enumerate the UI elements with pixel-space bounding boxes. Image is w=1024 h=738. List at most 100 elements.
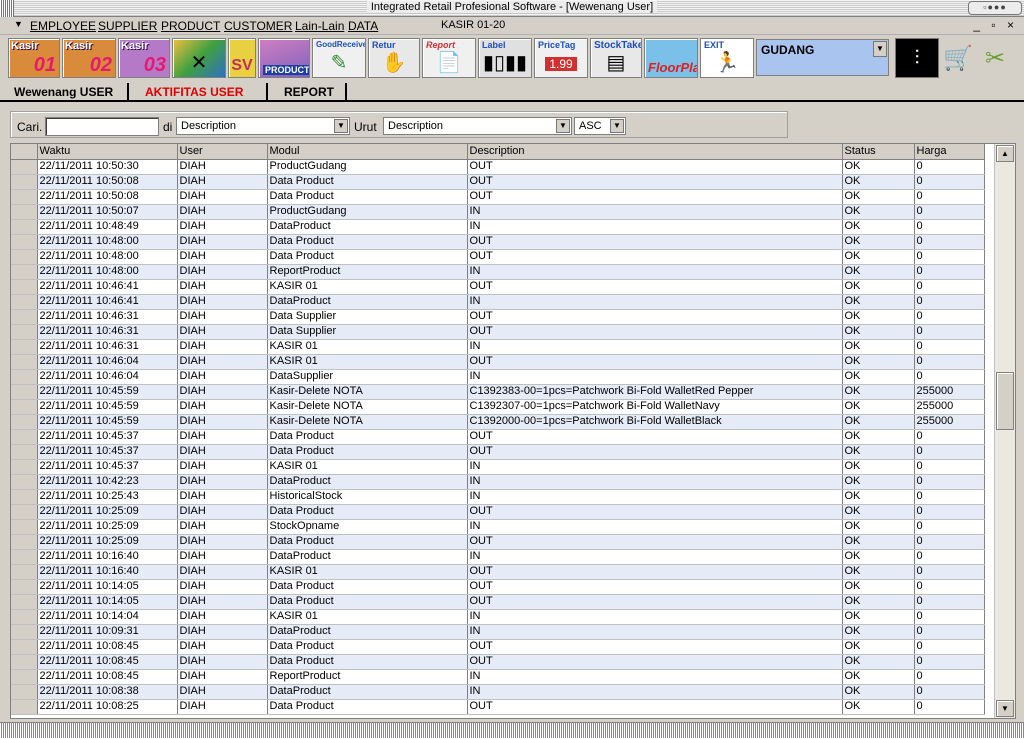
pricetag-button[interactable]: PriceTag 1.99 xyxy=(534,38,588,78)
table-row[interactable]: 22/11/2011 10:46:04 DIAH DataSupplier IN OK 0 xyxy=(11,369,985,385)
row-indicator[interactable] xyxy=(11,384,38,400)
row-indicator[interactable] xyxy=(11,354,38,370)
title-controls[interactable]: ▫●●● xyxy=(968,1,1022,15)
col-status[interactable]: Status xyxy=(842,144,915,160)
row-indicator[interactable] xyxy=(11,339,38,355)
menu-employee[interactable]: EMPLOYEE xyxy=(30,19,96,33)
mdi-window-controls[interactable]: _ ▫ × xyxy=(973,18,1018,32)
row-indicator[interactable] xyxy=(11,459,38,475)
row-indicator[interactable] xyxy=(11,534,38,550)
table-row[interactable]: 22/11/2011 10:45:37 DIAH Data Product OUT OK… xyxy=(11,429,985,445)
scroll-thumb[interactable] xyxy=(996,372,1014,430)
search-field-select[interactable]: Description ▼ xyxy=(176,117,350,135)
table-row[interactable]: 22/11/2011 10:46:41 DIAH DataProduct IN OK 0 xyxy=(11,294,985,310)
zx-report-button[interactable]: ✕ xyxy=(172,38,226,78)
table-row[interactable]: 22/11/2011 10:46:31 DIAH KASIR 01 IN OK 0 xyxy=(11,339,985,355)
stocktake-button[interactable]: StockTake ▤ xyxy=(590,38,642,78)
report-button[interactable]: Report 📄 xyxy=(422,38,476,78)
table-row[interactable]: 22/11/2011 10:50:07 DIAH ProductGudang IN OK… xyxy=(11,204,985,220)
row-indicator[interactable] xyxy=(11,594,38,610)
title-bar[interactable]: Integrated Retail Profesional Software -… xyxy=(0,0,1024,17)
row-indicator[interactable] xyxy=(11,669,38,685)
table-row[interactable]: 22/11/2011 10:14:05 DIAH Data Product OUT OK… xyxy=(11,594,985,610)
row-indicator[interactable] xyxy=(11,264,38,280)
table-row[interactable]: 22/11/2011 10:25:09 DIAH Data Product OUT OK… xyxy=(11,504,985,520)
cart-button[interactable]: 🛒 ✂ xyxy=(941,38,1019,78)
table-row[interactable]: 22/11/2011 10:45:37 DIAH KASIR 01 IN OK 0 xyxy=(11,459,985,475)
sv-button[interactable]: SV xyxy=(228,38,256,78)
row-indicator[interactable] xyxy=(11,219,38,235)
tab-report[interactable]: REPORT xyxy=(284,85,334,99)
goodreceived-button[interactable]: GoodReceived ✎ xyxy=(312,38,366,78)
retur-button[interactable]: Retur ✋ xyxy=(368,38,420,78)
product-button[interactable]: PRODUCT xyxy=(258,38,310,78)
row-indicator[interactable] xyxy=(11,174,38,190)
menu-supplier[interactable]: SUPPLIER xyxy=(98,19,157,33)
table-row[interactable]: 22/11/2011 10:14:05 DIAH Data Product OUT OK… xyxy=(11,579,985,595)
table-row[interactable]: 22/11/2011 10:14:04 DIAH KASIR 01 IN OK 0 xyxy=(11,609,985,625)
row-indicator[interactable] xyxy=(11,429,38,445)
row-indicator[interactable] xyxy=(11,279,38,295)
calculator-button[interactable]: ⫶ xyxy=(895,38,939,78)
exit-button[interactable]: EXIT 🏃 xyxy=(700,38,754,78)
table-row[interactable]: 22/11/2011 10:08:45 DIAH Data Product OUT OK… xyxy=(11,639,985,655)
table-row[interactable]: 22/11/2011 10:25:09 DIAH StockOpname IN OK 0 xyxy=(11,519,985,535)
table-row[interactable]: 22/11/2011 10:46:04 DIAH KASIR 01 OUT OK 0 xyxy=(11,354,985,370)
row-indicator[interactable] xyxy=(11,504,38,520)
warehouse-select[interactable]: GUDANG ▼ xyxy=(756,39,889,76)
row-indicator[interactable] xyxy=(11,234,38,250)
table-row[interactable]: 22/11/2011 10:50:08 DIAH Data Product OUT OK… xyxy=(11,174,985,190)
row-indicator[interactable] xyxy=(11,204,38,220)
menu-product[interactable]: PRODUCT xyxy=(161,19,220,33)
table-row[interactable]: 22/11/2011 10:08:25 DIAH Data Product OUT OK… xyxy=(11,699,985,715)
table-row[interactable]: 22/11/2011 10:08:45 DIAH Data Product OUT OK… xyxy=(11,654,985,670)
menu-arrow-icon[interactable]: ▼ xyxy=(14,19,23,29)
col-harga[interactable]: Harga xyxy=(914,144,985,160)
row-indicator[interactable] xyxy=(11,564,38,580)
row-indicator[interactable] xyxy=(11,369,38,385)
row-indicator[interactable] xyxy=(11,624,38,640)
row-indicator[interactable] xyxy=(11,549,38,565)
menu-customer[interactable]: CUSTOMER xyxy=(224,19,292,33)
table-row[interactable]: 22/11/2011 10:46:41 DIAH KASIR 01 OUT OK 0 xyxy=(11,279,985,295)
col-user[interactable]: User xyxy=(177,144,268,160)
table-row[interactable]: 22/11/2011 10:50:08 DIAH Data Product OUT OK… xyxy=(11,189,985,205)
chevron-down-icon[interactable]: ▼ xyxy=(334,119,348,133)
row-indicator[interactable] xyxy=(11,444,38,460)
kasir-02-button[interactable]: Kasir 02 xyxy=(62,38,116,78)
col-modul[interactable]: Modul xyxy=(267,144,468,160)
menu-lain-lain[interactable]: Lain-Lain xyxy=(295,19,344,33)
floorplan-button[interactable]: FloorPlan xyxy=(644,38,698,78)
row-indicator[interactable] xyxy=(11,324,38,340)
row-indicator[interactable] xyxy=(11,309,38,325)
vertical-scrollbar[interactable]: ▲ ▼ xyxy=(994,144,1015,718)
table-row[interactable]: 22/11/2011 10:46:31 DIAH Data Supplier OUT O… xyxy=(11,309,985,325)
kasir-03-button[interactable]: Kasir 03 xyxy=(118,38,170,78)
row-indicator[interactable] xyxy=(11,579,38,595)
tab-aktifitas-user[interactable]: AKTIFITAS USER xyxy=(145,85,243,99)
table-row[interactable]: 22/11/2011 10:25:43 DIAH HistoricalStock IN… xyxy=(11,489,985,505)
table-row[interactable]: 22/11/2011 10:16:40 DIAH KASIR 01 OUT OK 0 xyxy=(11,564,985,580)
table-row[interactable]: 22/11/2011 10:08:38 DIAH DataProduct IN OK 0 xyxy=(11,684,985,700)
row-indicator[interactable] xyxy=(11,654,38,670)
row-indicator[interactable] xyxy=(11,159,38,175)
row-indicator[interactable] xyxy=(11,699,38,715)
table-row[interactable]: 22/11/2011 10:46:31 DIAH Data Supplier OUT O… xyxy=(11,324,985,340)
chevron-down-icon[interactable]: ▼ xyxy=(873,41,887,57)
col-waktu[interactable]: Waktu xyxy=(37,144,178,160)
tab-wewenang-user[interactable]: Wewenang USER xyxy=(14,85,113,99)
menu-data[interactable]: DATA xyxy=(348,19,378,33)
table-row[interactable]: 22/11/2011 10:48:00 DIAH Data Product OUT OK… xyxy=(11,234,985,250)
table-row[interactable]: 22/11/2011 10:08:45 DIAH ReportProduct IN OK… xyxy=(11,669,985,685)
row-indicator[interactable] xyxy=(11,609,38,625)
table-row[interactable]: 22/11/2011 10:45:59 DIAH Kasir-Delete NOTA… xyxy=(11,399,985,415)
table-row[interactable]: 22/11/2011 10:48:00 DIAH Data Product OUT OK… xyxy=(11,249,985,265)
table-row[interactable]: 22/11/2011 10:45:37 DIAH Data Product OUT OK… xyxy=(11,444,985,460)
search-input[interactable] xyxy=(45,117,159,136)
table-row[interactable]: 22/11/2011 10:09:31 DIAH DataProduct IN OK 0 xyxy=(11,624,985,640)
sort-order-select[interactable]: ASC ▼ xyxy=(574,117,626,135)
chevron-down-icon[interactable]: ▼ xyxy=(610,119,624,133)
row-indicator[interactable] xyxy=(11,489,38,505)
col-description[interactable]: Description xyxy=(467,144,843,160)
row-indicator[interactable] xyxy=(11,519,38,535)
